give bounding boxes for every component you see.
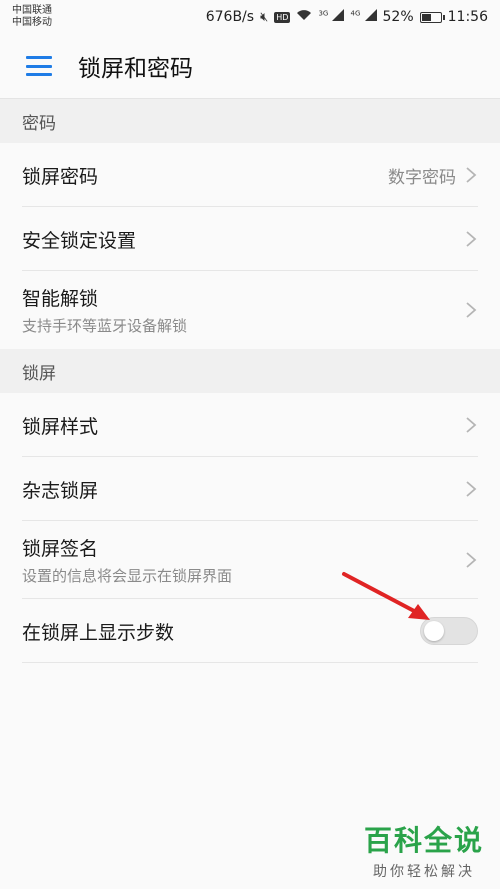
chevron-right-icon: [466, 552, 477, 568]
section-header-password: 密码: [0, 99, 500, 143]
magazine-lockscreen-item[interactable]: 杂志锁屏: [0, 457, 500, 521]
carrier-info: 中国联通 中国移动: [12, 5, 52, 29]
network-type-3g: 3G: [318, 9, 329, 18]
battery-icon: [419, 11, 445, 23]
status-icons: 676B/s 🔇︎ HD 3G 4G 52% 11:56: [206, 9, 488, 25]
mute-icon: 🔇︎: [260, 9, 269, 25]
hd-icon: HD: [274, 11, 291, 23]
chevron-right-icon: [466, 231, 477, 247]
chevron-right-icon: [466, 481, 477, 497]
battery-percent: 52%: [382, 9, 414, 25]
lockscreen-style-item[interactable]: 锁屏样式: [0, 393, 500, 457]
smart-unlock-item[interactable]: 智能解锁 支持手环等蓝牙设备解锁: [0, 271, 500, 349]
page-title: 锁屏和密码: [78, 56, 193, 82]
signal-3g-icon: 3G: [318, 9, 345, 25]
wifi-icon: [296, 9, 312, 25]
watermark-logo: 百科全说 助你轻松解决: [364, 819, 484, 881]
item-subtitle: 支持手环等蓝牙设备解锁: [22, 317, 188, 335]
item-title: 锁屏密码: [22, 165, 99, 188]
network-speed: 676B/s: [205, 9, 255, 25]
clock: 11:56: [447, 9, 488, 25]
item-title: 智能解锁: [22, 288, 99, 310]
menu-icon: [26, 56, 52, 76]
item-title: 锁屏签名: [22, 538, 99, 560]
chevron-right-icon: [466, 302, 477, 318]
watermark-main-text: 百科全说: [363, 824, 484, 857]
item-title: 安全锁定设置: [22, 229, 137, 252]
item-value: 数字密码: [388, 167, 456, 188]
annotation-arrow-icon: [342, 572, 430, 620]
item-title: 杂志锁屏: [22, 479, 99, 502]
chevron-right-icon: [466, 417, 477, 433]
signal-4g-icon: 4G: [350, 9, 377, 25]
menu-button[interactable]: [0, 34, 78, 98]
carrier-secondary: 中国移动: [12, 17, 52, 28]
status-bar: 中国联通 中国移动 676B/s 🔇︎ HD 3G 4G 52% 11:56: [0, 0, 500, 34]
item-title: 在锁屏上显示步数: [22, 621, 175, 644]
lockscreen-password-item[interactable]: 锁屏密码 数字密码: [0, 143, 500, 207]
battery-fill: [421, 13, 431, 21]
security-lock-settings-item[interactable]: 安全锁定设置: [0, 207, 500, 271]
network-type-4g: 4G: [350, 9, 361, 18]
carrier-primary: 中国联通: [12, 5, 52, 16]
item-title: 锁屏样式: [22, 415, 99, 438]
item-subtitle: 设置的信息将会显示在锁屏界面: [22, 567, 233, 585]
section-header-lockscreen: 锁屏: [0, 349, 500, 393]
chevron-right-icon: [466, 167, 477, 183]
app-bar: 锁屏和密码: [0, 34, 500, 99]
watermark-sub-text: 助你轻松解决: [372, 864, 475, 880]
